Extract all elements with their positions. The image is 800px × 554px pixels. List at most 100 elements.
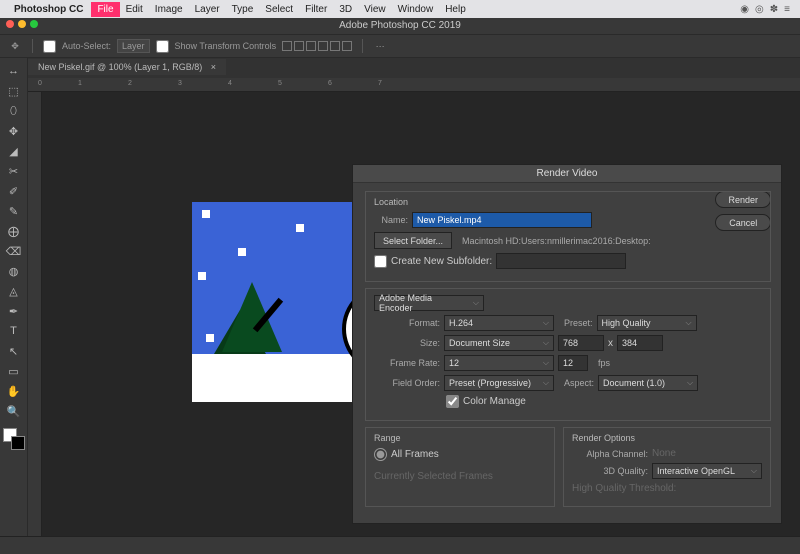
marquee-tool-icon[interactable]: ⬚ xyxy=(3,82,25,100)
height-input[interactable] xyxy=(617,335,663,351)
field-order-dropdown[interactable]: Preset (Progressive) xyxy=(444,375,554,391)
show-transform-checkbox[interactable] xyxy=(156,40,169,53)
distribute-icon[interactable]: ⋯ xyxy=(373,39,387,53)
align-icon[interactable] xyxy=(282,41,292,51)
auto-select-label: Auto-Select: xyxy=(62,41,111,51)
snowflake-icon xyxy=(202,210,210,218)
align-icons xyxy=(282,41,352,51)
dodge-tool-icon[interactable]: ◬ xyxy=(3,282,25,300)
size-label: Size: xyxy=(374,338,440,348)
pen-tool-icon[interactable]: ✒ xyxy=(3,302,25,320)
color-manage-checkbox[interactable] xyxy=(446,395,459,408)
move-tool-icon[interactable]: ↔ xyxy=(3,62,25,80)
all-frames-radio[interactable] xyxy=(374,448,387,461)
menu-select[interactable]: Select xyxy=(259,2,299,17)
name-label: Name: xyxy=(374,215,408,225)
aspect-dropdown[interactable]: Document (1.0) xyxy=(598,375,698,391)
preset-dropdown[interactable]: High Quality xyxy=(597,315,697,331)
status-icon-4[interactable]: ≡ xyxy=(784,4,790,15)
frame-rate-dropdown[interactable]: 12 xyxy=(444,355,554,371)
align-icon[interactable] xyxy=(342,41,352,51)
select-folder-button[interactable]: Select Folder... xyxy=(374,232,452,249)
menu-edit[interactable]: Edit xyxy=(120,2,149,17)
create-subfolder-checkbox[interactable] xyxy=(374,255,387,268)
render-options-label: Render Options xyxy=(572,433,762,443)
alpha-channel-label: Alpha Channel: xyxy=(572,449,648,459)
document-tab-label: New Piskel.gif @ 100% (Layer 1, RGB/8) xyxy=(38,62,202,72)
document-tab[interactable]: New Piskel.gif @ 100% (Layer 1, RGB/8) × xyxy=(28,59,226,75)
minimize-window-button[interactable] xyxy=(18,20,26,28)
all-frames-label: All Frames xyxy=(391,449,439,460)
currently-selected-frames-label: Currently Selected Frames xyxy=(374,471,493,482)
frame-rate-label: Frame Rate: xyxy=(374,358,440,368)
dialog-title: Render Video xyxy=(353,165,781,183)
location-group: Location Name: Select Folder... Macintos… xyxy=(365,191,771,282)
shape-tool-icon[interactable]: ▭ xyxy=(3,362,25,380)
healing-tool-icon[interactable]: ✐ xyxy=(3,182,25,200)
range-group: Range All Frames Currently Selected Fram… xyxy=(365,427,555,507)
encoder-group: Adobe Media Encoder Format: H.264 Preset… xyxy=(365,288,771,421)
align-icon[interactable] xyxy=(318,41,328,51)
alpha-channel-value: None xyxy=(652,448,676,459)
align-icon[interactable] xyxy=(294,41,304,51)
menu-layer[interactable]: Layer xyxy=(189,2,226,17)
zoom-window-button[interactable] xyxy=(30,20,38,28)
align-icon[interactable] xyxy=(306,41,316,51)
crop-tool-icon[interactable]: ◢ xyxy=(3,142,25,160)
align-icon[interactable] xyxy=(330,41,340,51)
tools-panel: ↔ ⬚ ⬯ ✥ ◢ ✂ ✐ ✎ ⨁ ⌫ ◍ ◬ ✒ T ↖ ▭ ✋ 🔍 xyxy=(0,58,28,536)
create-subfolder-label: Create New Subfolder: xyxy=(391,256,492,267)
art-tree xyxy=(222,282,282,352)
menu-type[interactable]: Type xyxy=(226,2,260,17)
background-color[interactable] xyxy=(11,436,25,450)
window-titlebar: Adobe Photoshop CC 2019 xyxy=(0,18,800,34)
3d-quality-dropdown[interactable]: Interactive OpenGL xyxy=(652,463,762,479)
hand-tool-icon[interactable]: ✋ xyxy=(3,382,25,400)
subfolder-input xyxy=(496,253,626,269)
menu-filter[interactable]: Filter xyxy=(299,2,333,17)
auto-select-dropdown[interactable]: Layer xyxy=(117,39,150,53)
menu-3d[interactable]: 3D xyxy=(333,2,358,17)
x-label: x xyxy=(608,338,613,349)
location-label: Location xyxy=(374,197,692,207)
frame-rate-input[interactable] xyxy=(558,355,588,371)
close-window-button[interactable] xyxy=(6,20,14,28)
color-manage-label: Color Manage xyxy=(463,396,526,407)
aspect-label: Aspect: xyxy=(564,378,594,388)
snowflake-icon xyxy=(206,334,214,342)
path-select-tool-icon[interactable]: ↖ xyxy=(3,342,25,360)
color-swatches[interactable] xyxy=(3,428,25,450)
menu-file[interactable]: File xyxy=(91,2,119,17)
type-tool-icon[interactable]: T xyxy=(3,322,25,340)
move-tool-icon: ✥ xyxy=(8,39,22,53)
size-dropdown[interactable]: Document Size xyxy=(444,335,554,351)
encoder-dropdown[interactable]: Adobe Media Encoder xyxy=(374,295,484,311)
eraser-tool-icon[interactable]: ⌫ xyxy=(3,242,25,260)
status-icon-2[interactable]: ◎ xyxy=(755,4,764,15)
width-input[interactable] xyxy=(558,335,604,351)
menu-window[interactable]: Window xyxy=(392,2,440,17)
name-input[interactable] xyxy=(412,212,592,228)
menu-image[interactable]: Image xyxy=(149,2,189,17)
quick-select-tool-icon[interactable]: ✥ xyxy=(3,122,25,140)
format-dropdown[interactable]: H.264 xyxy=(444,315,554,331)
render-options-group: Render Options Alpha Channel: None 3D Qu… xyxy=(563,427,771,507)
zoom-tool-icon[interactable]: 🔍 xyxy=(3,402,25,420)
status-icon-3[interactable]: ✽ xyxy=(770,4,778,15)
gradient-tool-icon[interactable]: ◍ xyxy=(3,262,25,280)
eyedropper-tool-icon[interactable]: ✂ xyxy=(3,162,25,180)
show-transform-label: Show Transform Controls xyxy=(175,41,277,51)
preset-label: Preset: xyxy=(564,318,593,328)
brush-tool-icon[interactable]: ✎ xyxy=(3,202,25,220)
menu-view[interactable]: View xyxy=(358,2,392,17)
lasso-tool-icon[interactable]: ⬯ xyxy=(3,102,25,120)
close-tab-icon[interactable]: × xyxy=(211,62,216,72)
fps-label: fps xyxy=(598,358,610,368)
stamp-tool-icon[interactable]: ⨁ xyxy=(3,222,25,240)
auto-select-checkbox[interactable] xyxy=(43,40,56,53)
window-title: Adobe Photoshop CC 2019 xyxy=(339,20,461,31)
document-tabs: New Piskel.gif @ 100% (Layer 1, RGB/8) × xyxy=(28,58,226,76)
menubar-right: ◉ ◎ ✽ ≡ xyxy=(740,4,800,15)
menu-help[interactable]: Help xyxy=(439,2,472,17)
status-icon-1[interactable]: ◉ xyxy=(740,4,749,15)
